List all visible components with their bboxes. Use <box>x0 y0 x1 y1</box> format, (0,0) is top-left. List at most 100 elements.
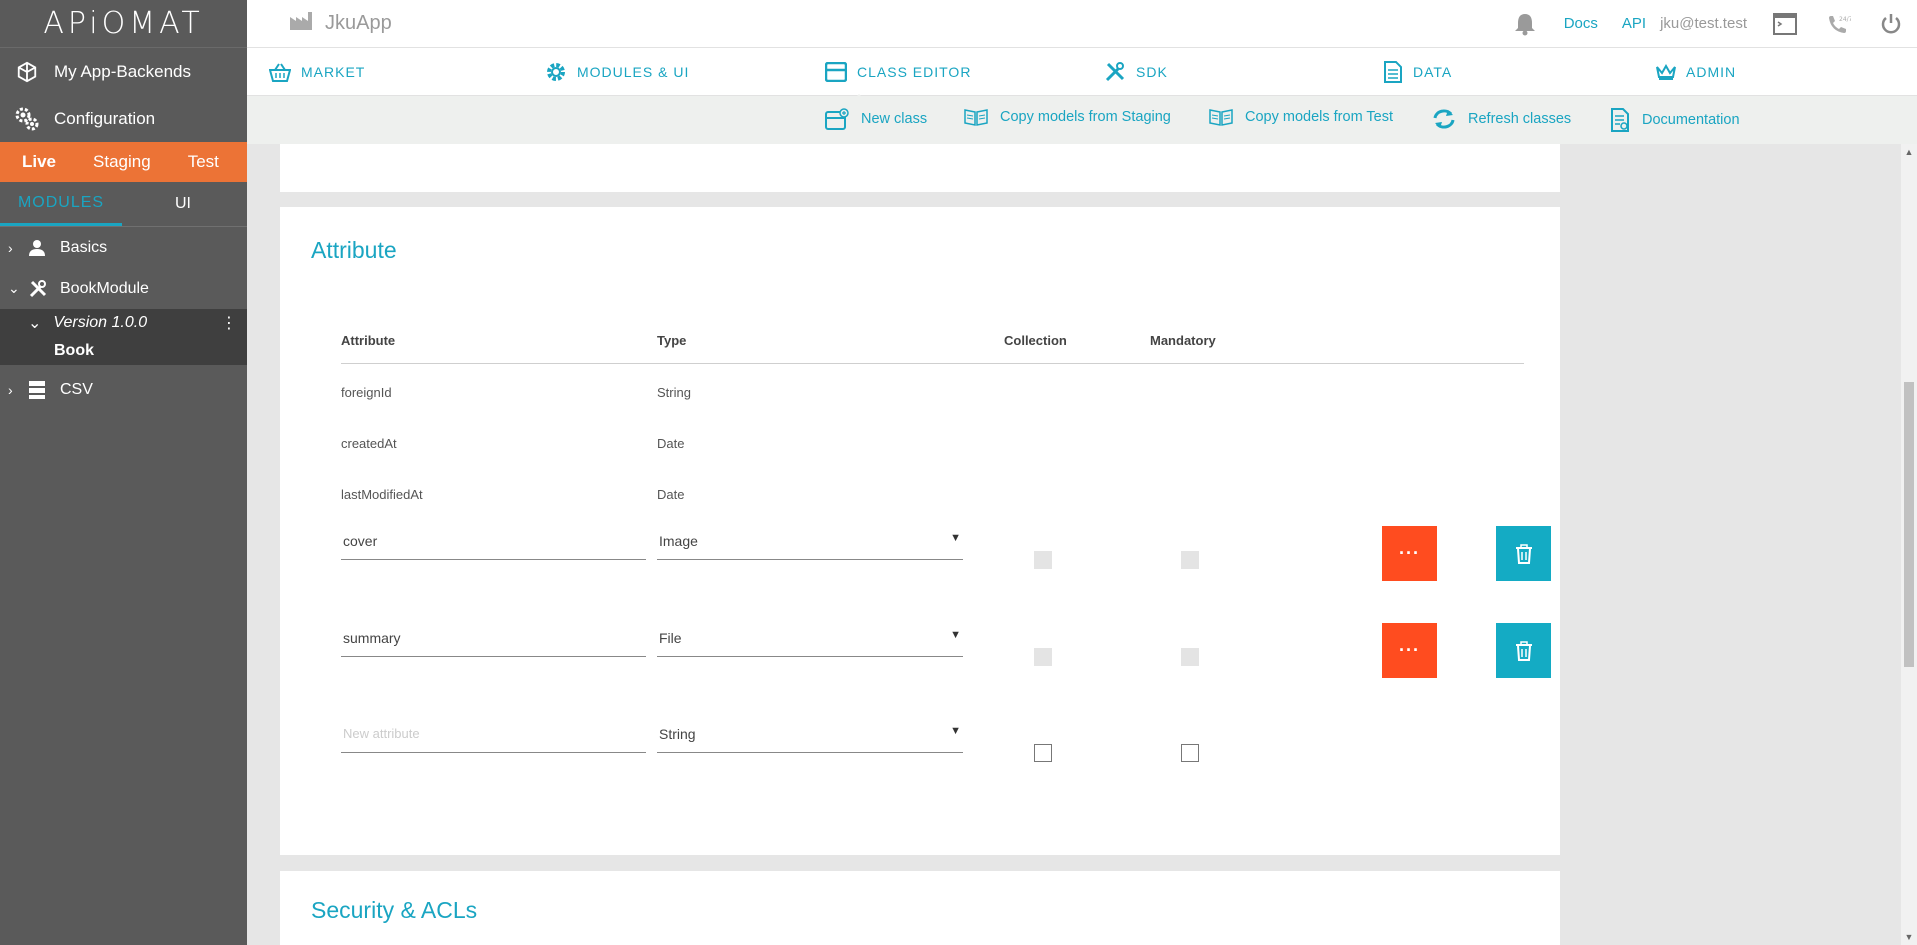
sidebar-link-app-backends[interactable]: My App-Backends <box>0 48 247 95</box>
user-icon <box>28 239 50 257</box>
dropdown-arrow-icon: ▼ <box>950 629 961 641</box>
gear-icon <box>545 61 567 83</box>
nav-market[interactable]: MARKET <box>269 62 365 82</box>
mandatory-checkbox[interactable] <box>1181 648 1199 666</box>
trash-icon <box>1515 640 1532 661</box>
env-live[interactable]: Live <box>0 152 67 172</box>
basket-icon <box>269 62 291 82</box>
dropdown-arrow-icon: ▼ <box>950 725 961 737</box>
sidebar: APiOMAT My App-Backends Configuration Li… <box>0 0 247 945</box>
attribute-name-readonly: lastModifiedAt <box>341 487 423 502</box>
collection-checkbox[interactable] <box>1034 551 1052 569</box>
attribute-name-readonly: foreignId <box>341 385 392 400</box>
apiomat-logo[interactable]: APiOMAT <box>0 0 247 48</box>
attribute-type-readonly: Date <box>657 487 685 502</box>
env-test[interactable]: Test <box>162 152 230 172</box>
attribute-type-select[interactable]: File ▼ <box>657 619 963 657</box>
copy-from-staging-button[interactable]: Copy models from Staging <box>964 108 1171 126</box>
documentation-button[interactable]: Documentation <box>1610 108 1740 132</box>
attribute-name-input[interactable]: cover <box>341 522 646 560</box>
nav-modules-ui[interactable]: MODULES & UI <box>545 61 689 83</box>
attribute-type-select[interactable]: Image ▼ <box>657 522 963 560</box>
tree-item-csv[interactable]: › CSV <box>0 369 247 410</box>
copy-book-icon <box>1209 108 1233 126</box>
power-icon[interactable] <box>1879 12 1903 36</box>
more-vertical-icon[interactable]: ⋮ <box>221 313 237 333</box>
chevron-right-icon: › <box>8 381 13 398</box>
new-class-button[interactable]: New class <box>825 108 927 130</box>
tree-item-basics[interactable]: › Basics <box>0 227 247 268</box>
new-attribute-input[interactable]: New attribute <box>341 715 646 753</box>
collection-checkbox[interactable] <box>1034 648 1052 666</box>
attribute-name-readonly: createdAt <box>341 436 397 451</box>
security-section-card: Security & ACLs <box>280 871 1560 945</box>
refresh-icon <box>1432 108 1456 130</box>
support-phone-icon[interactable]: 24/7 <box>1825 12 1851 36</box>
tools-icon <box>1104 61 1126 83</box>
new-attribute-type-select[interactable]: String ▼ <box>657 715 963 753</box>
chevron-right-icon: › <box>8 239 13 256</box>
column-header-mandatory: Mandatory <box>1150 333 1216 348</box>
gears-icon <box>14 106 40 132</box>
terminal-icon[interactable] <box>1773 12 1797 35</box>
mandatory-checkbox[interactable] <box>1181 551 1199 569</box>
tab-modules[interactable]: MODULES <box>0 182 122 226</box>
nav-data[interactable]: DATA <box>1383 60 1452 83</box>
previous-section-card <box>280 144 1560 192</box>
factory-icon <box>289 11 313 37</box>
nav-admin[interactable]: ADMIN <box>1656 63 1736 80</box>
section-title-security: Security & ACLs <box>311 897 478 923</box>
nav-sdk[interactable]: SDK <box>1104 61 1168 83</box>
column-header-collection: Collection <box>1004 333 1067 348</box>
bell-icon[interactable] <box>1512 11 1538 37</box>
tree-item-version[interactable]: ⌄ Version 1.0.0 ⋮ <box>0 309 247 337</box>
header-divider <box>341 363 1524 364</box>
app-title: JkuApp <box>289 11 392 37</box>
trash-icon <box>1515 543 1532 564</box>
delete-attribute-button[interactable] <box>1496 623 1551 678</box>
env-staging[interactable]: Staging <box>67 152 162 172</box>
main-nav: MARKET MODULES & UI CLASS EDITOR SDK DAT… <box>247 48 1917 102</box>
copy-book-icon <box>964 108 988 126</box>
chevron-down-icon: ⌄ <box>8 280 20 296</box>
attribute-name-input[interactable]: summary <box>341 619 646 657</box>
attribute-type-readonly: Date <box>657 436 685 451</box>
section-title-attribute: Attribute <box>311 237 397 263</box>
tree-item-bookmodule[interactable]: ⌄ BookModule <box>0 268 247 309</box>
scroll-thumb[interactable] <box>1904 382 1914 667</box>
docs-link[interactable]: Docs <box>1564 15 1598 32</box>
column-header-attribute: Attribute <box>341 333 396 348</box>
tools-icon <box>28 279 50 299</box>
copy-from-test-button[interactable]: Copy models from Test <box>1209 108 1393 126</box>
delete-attribute-button[interactable] <box>1496 526 1551 581</box>
content-scrollbar[interactable]: ▲ ▼ <box>1901 144 1917 945</box>
new-collection-checkbox[interactable] <box>1034 744 1052 762</box>
scroll-up-arrow-icon[interactable]: ▲ <box>1901 144 1917 160</box>
api-link[interactable]: API <box>1622 15 1646 32</box>
tree-item-book[interactable]: Book <box>0 337 247 365</box>
class-toolbar: New class Copy models from Staging Copy … <box>247 96 1917 144</box>
top-bar: JkuApp Docs API jku@test.test 24/7 <box>247 0 1917 48</box>
new-class-icon <box>825 108 849 130</box>
class-editor-icon <box>825 61 847 82</box>
column-header-type: Type <box>657 333 687 348</box>
content-area: Attribute Attribute Type Collection Mand… <box>247 144 1901 945</box>
attribute-options-button[interactable]: ··· <box>1382 526 1437 581</box>
attribute-section-card: Attribute Attribute Type Collection Mand… <box>280 207 1560 855</box>
attribute-type-readonly: String <box>657 385 691 400</box>
module-tabs: MODULES UI <box>0 182 247 227</box>
database-icon <box>28 380 50 400</box>
cube-icon <box>14 59 40 85</box>
chevron-down-icon: ⌄ <box>28 315 42 332</box>
scroll-down-arrow-icon[interactable]: ▼ <box>1901 929 1917 945</box>
refresh-classes-button[interactable]: Refresh classes <box>1432 108 1571 130</box>
new-mandatory-checkbox[interactable] <box>1181 744 1199 762</box>
nav-class-editor[interactable]: CLASS EDITOR <box>825 61 971 102</box>
documentation-icon <box>1610 108 1630 132</box>
dropdown-arrow-icon: ▼ <box>950 532 961 544</box>
crown-icon <box>1656 63 1676 80</box>
attribute-options-button[interactable]: ··· <box>1382 623 1437 678</box>
user-email[interactable]: jku@test.test <box>1660 15 1747 32</box>
sidebar-link-configuration[interactable]: Configuration <box>0 95 247 142</box>
tab-ui[interactable]: UI <box>122 182 244 226</box>
